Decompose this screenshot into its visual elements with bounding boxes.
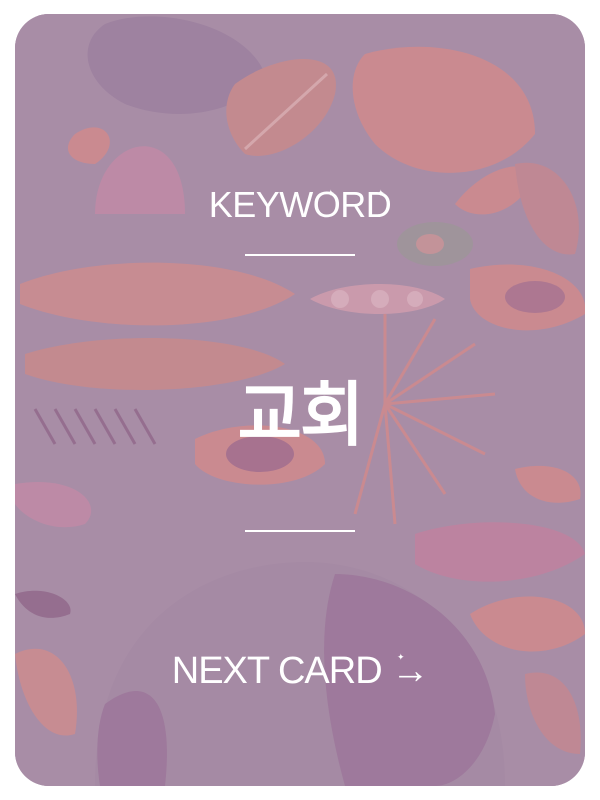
keyword-text: 교회 bbox=[237, 374, 365, 456]
sparkle-icon: ✦ bbox=[377, 189, 385, 199]
sparkle-icon: ✦ bbox=[327, 189, 335, 199]
keyword-title: KEYWORD bbox=[208, 184, 392, 225]
bottom-divider bbox=[245, 530, 355, 532]
top-divider bbox=[245, 254, 355, 256]
sparkle-icon: ✦ bbox=[397, 653, 405, 663]
keyword-card: KEYWORD ✦ ✦ 교회 NEXT CARD → ✦ bbox=[15, 14, 585, 786]
next-card-button[interactable]: NEXT CARD → bbox=[15, 650, 585, 693]
